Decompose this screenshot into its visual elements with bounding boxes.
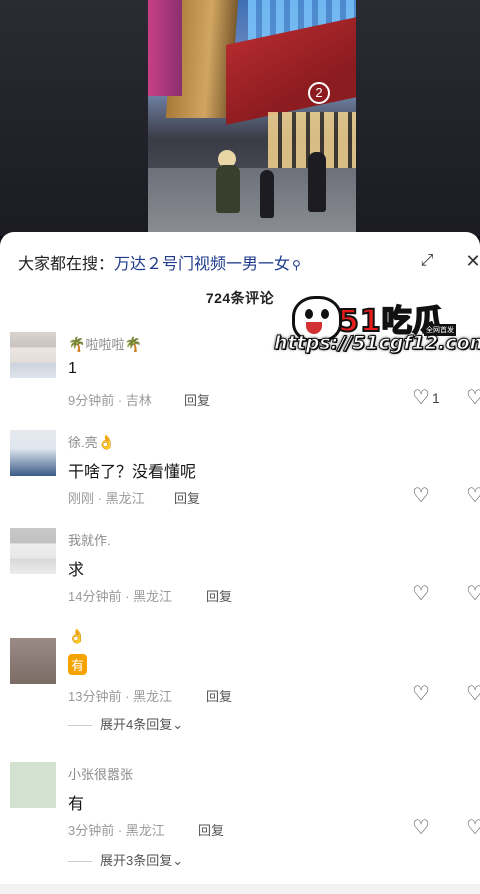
comment-text: 干啥了？没看懂呢 <box>68 464 197 481</box>
comment-text: 有 <box>68 796 85 813</box>
heart-icon[interactable]: ♡ <box>412 486 430 506</box>
heart-icon[interactable]: ♡ <box>412 818 430 838</box>
billboard <box>148 0 182 96</box>
expand-replies-button[interactable]: 展开3条回复⌄ <box>68 850 183 869</box>
comment-time: 9分钟前 <box>68 393 115 408</box>
comment-meta: 3分钟前 · 黑龙江 <box>68 823 165 838</box>
gate-number-sign: 2 <box>308 82 330 104</box>
comment-location: 黑龙江 <box>105 491 145 506</box>
dislike-heart-icon[interactable]: ♡ <box>466 684 480 704</box>
dislike-heart-icon[interactable]: ♡ <box>466 486 480 506</box>
expand-icon[interactable]: ⤢ <box>414 248 440 274</box>
dislike-heart-icon[interactable]: ♡ <box>466 584 480 604</box>
reply-button[interactable]: 回复 <box>184 390 210 409</box>
comment-time: 刚刚 <box>68 491 95 506</box>
bottom-bar <box>0 884 480 894</box>
chevron-down-icon: ⌄ <box>172 853 184 868</box>
reply-button[interactable]: 回复 <box>206 686 232 705</box>
trending-search-prefix: 大家都在搜： <box>18 256 115 273</box>
avatar[interactable] <box>10 332 56 378</box>
divider-line <box>68 725 92 727</box>
palm-tree-emoji: 🌴 <box>124 336 142 352</box>
heart-icon[interactable]: ♡ <box>412 388 430 408</box>
username-text: 徐.亮 <box>68 435 98 450</box>
divider-line <box>68 861 92 863</box>
figure <box>260 170 274 218</box>
comment-time: 3分钟前 <box>68 823 115 838</box>
search-icon: ⚲ <box>292 258 301 272</box>
dislike-heart-icon[interactable]: ♡ <box>466 818 480 838</box>
avatar[interactable] <box>10 762 56 808</box>
reply-button[interactable]: 回复 <box>198 820 224 839</box>
dislike-heart-icon[interactable]: ♡ <box>466 388 480 408</box>
watermark-url: https://51cgf12.com <box>273 332 480 355</box>
chevron-down-icon: ⌄ <box>172 717 184 732</box>
video-frame[interactable]: 2 <box>148 0 356 232</box>
watermark-logo: 51吃瓜 全网首发 https://51cgf12.com <box>273 296 480 360</box>
close-icon[interactable]: ✕ <box>460 248 480 274</box>
comment-username[interactable]: 小张很嚣张 <box>68 764 133 783</box>
comment-username[interactable]: 我就作. <box>68 530 111 549</box>
comment-meta: 13分钟前 · 黑龙江 <box>68 689 173 704</box>
comment-location: 黑龙江 <box>133 589 173 604</box>
comment-time: 14分钟前 <box>68 589 122 604</box>
video-player[interactable]: 2 <box>0 0 480 236</box>
comment-meta: 14分钟前 · 黑龙江 <box>68 589 173 604</box>
trending-search-keyword[interactable]: 万达２号门视频一男一女 <box>114 256 290 273</box>
comment-username[interactable]: 👌 <box>68 628 85 645</box>
comment-meta: 9分钟前 · 吉林 <box>68 393 152 408</box>
heart-icon[interactable]: ♡ <box>412 684 430 704</box>
comment-text: 1 <box>68 360 77 377</box>
like-count: 1 <box>432 390 440 406</box>
comment-location: 黑龙江 <box>133 689 173 704</box>
comment-location: 吉林 <box>125 393 152 408</box>
avatar[interactable] <box>10 430 56 476</box>
expand-replies-button[interactable]: 展开4条回复⌄ <box>68 714 183 733</box>
comment-meta: 刚刚 · 黑龙江 <box>68 491 145 506</box>
comment-location: 黑龙江 <box>125 823 165 838</box>
expand-replies-label: 展开4条回复 <box>100 717 173 732</box>
ok-hand-emoji: 👌 <box>68 628 86 644</box>
reply-button[interactable]: 回复 <box>174 488 200 507</box>
comment-username[interactable]: 徐.亮👌 <box>68 432 115 451</box>
comment-badge-text: 有 <box>68 654 88 675</box>
comment-text: 求 <box>68 562 85 579</box>
comment-time: 13分钟前 <box>68 689 122 704</box>
ok-hand-emoji: 👌 <box>97 434 116 450</box>
palm-tree-emoji: 🌴 <box>68 336 86 352</box>
comment-username[interactable]: 🌴啦啦啦🌴 <box>68 334 142 353</box>
reply-button[interactable]: 回复 <box>206 586 232 605</box>
figure <box>308 152 326 212</box>
expand-replies-label: 展开3条回复 <box>100 853 173 868</box>
figure <box>216 165 240 213</box>
trending-search[interactable]: 大家都在搜：万达２号门视频一男一女 ⚲ <box>18 250 301 274</box>
avatar[interactable] <box>10 638 56 684</box>
username-text: 啦啦啦 <box>85 337 125 352</box>
heart-icon[interactable]: ♡ <box>412 584 430 604</box>
comment-text: 有 <box>68 654 88 675</box>
red-canopy <box>226 15 356 125</box>
avatar[interactable] <box>10 528 56 574</box>
